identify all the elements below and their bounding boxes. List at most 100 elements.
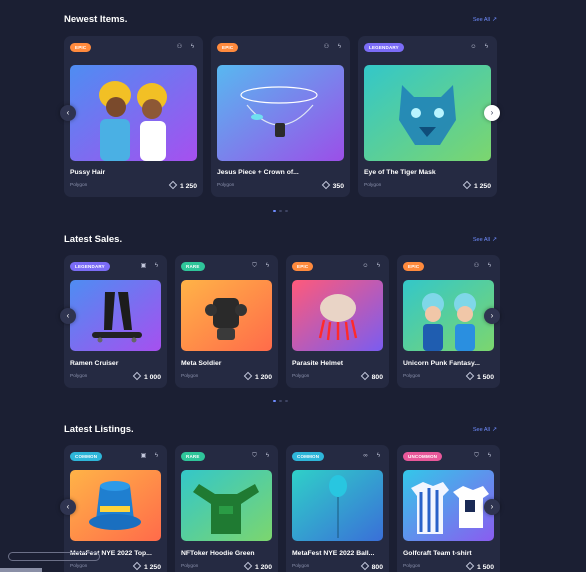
bolt-icon: ϟ — [265, 263, 270, 269]
item-card[interactable]: EPIC ⚇ ϟ Jesus Piece + Crown of... Polygo… — [211, 36, 350, 197]
item-price: 800 — [360, 371, 383, 381]
eth-icon — [462, 180, 472, 190]
item-price: 1 200 — [243, 371, 272, 381]
item-image — [364, 65, 491, 161]
price-value: 1 500 — [476, 374, 494, 381]
item-image — [292, 280, 383, 351]
carousel-dot[interactable] — [273, 210, 276, 212]
item-chain: Polygon — [181, 374, 199, 379]
item-price: 1 200 — [243, 561, 272, 571]
item-chain: Polygon — [70, 183, 88, 188]
avatar-pair-icon: ⚇ — [176, 44, 183, 50]
item-card[interactable]: EPIC ⚇ ϟ Pussy Hair Polygon 1 250 — [64, 36, 203, 197]
avatar-pair-icon: ⚇ — [473, 263, 480, 269]
bolt-icon: ϟ — [487, 263, 492, 269]
item-card[interactable]: RARE ⛉ ϟ NFToker Hoodie Green Polygon 1 2… — [175, 445, 278, 572]
item-price: 350 — [321, 180, 344, 190]
item-image — [292, 470, 383, 541]
see-all-link[interactable]: See All ↗ — [473, 16, 497, 23]
bolt-icon: ϟ — [154, 263, 159, 269]
carousel-prev-button[interactable]: ‹ — [60, 499, 76, 515]
price-value: 800 — [371, 374, 383, 381]
carousel-prev-button[interactable]: ‹ — [60, 308, 76, 324]
item-card[interactable]: RARE ⛉ ϟ Meta Soldier Polygon 1 200 — [175, 255, 278, 388]
carousel-next-button[interactable]: › — [484, 308, 500, 324]
carousel-dot[interactable] — [285, 400, 288, 402]
see-all-label: See All — [472, 427, 490, 433]
item-name: Ramen Cruiser — [70, 360, 119, 367]
face-icon: ☺ — [362, 263, 369, 269]
section-header: Latest Listings. See All ↗ — [64, 424, 497, 440]
horizontal-scrollbar[interactable] — [8, 552, 100, 561]
item-name: NFToker Hoodie Green — [181, 550, 255, 557]
arrow-up-right-icon: ↗ — [491, 427, 497, 433]
rarity-badge: EPIC — [403, 262, 425, 271]
eth-icon — [360, 371, 369, 381]
item-card[interactable]: COMMON ∞ ϟ MetaFest NYE 2022 Ball... Poly… — [286, 445, 389, 572]
latest-sales-section: Latest Sales. See All ↗ LEGENDARY ▣ ϟ Rame… — [64, 234, 500, 404]
item-image — [217, 65, 344, 161]
item-image — [181, 470, 272, 541]
rarity-badge: EPIC — [70, 43, 92, 52]
item-chain: Polygon — [217, 183, 235, 188]
see-all-link[interactable]: See All ↗ — [473, 236, 497, 243]
eth-icon — [132, 561, 142, 571]
carousel-next-button[interactable]: › — [484, 105, 500, 121]
arrow-up-right-icon: ↗ — [491, 237, 497, 243]
eth-icon — [243, 371, 253, 381]
eth-icon — [168, 180, 178, 190]
bolt-icon: ϟ — [484, 44, 489, 50]
carousel-dots — [273, 400, 288, 402]
latest-listings-section: Latest Listings. See All ↗ COMMON ▣ ϟ Meta… — [64, 424, 500, 572]
carousel-dots — [273, 210, 288, 212]
item-image — [70, 470, 161, 541]
item-card[interactable]: EPIC ☺ ϟ Parasite Helmet Polygon 800 — [286, 255, 389, 388]
shirt-icon: ⛉ — [474, 453, 479, 459]
item-card[interactable]: LEGENDARY ▣ ϟ Ramen Cruiser Polygon 1 000 — [64, 255, 167, 388]
rarity-badge: UNCOMMON — [403, 452, 443, 461]
rarity-badge: LEGENDARY — [70, 262, 110, 271]
item-name: Unicorn Punk Fantasy... — [403, 360, 480, 367]
see-all-link[interactable]: See All ↗ — [473, 426, 497, 433]
item-chain: Polygon — [70, 374, 88, 379]
item-name: Parasite Helmet — [292, 360, 344, 367]
item-card[interactable]: EPIC ⚇ ϟ Unicorn Punk Fantasy... Polygon … — [397, 255, 500, 388]
see-all-label: See All — [472, 17, 490, 23]
rarity-badge: COMMON — [70, 452, 103, 461]
item-image — [70, 65, 197, 161]
eth-icon — [243, 561, 253, 571]
carousel-dot[interactable] — [279, 210, 282, 212]
section-title: Latest Sales. — [64, 234, 123, 245]
newest-items-section: Newest Items. See All ↗ EPIC ⚇ ϟ Pussy H… — [64, 14, 497, 214]
carousel-dot[interactable] — [273, 400, 276, 402]
price-value: 1 250 — [143, 564, 161, 571]
glasses-icon: ∞ — [363, 453, 368, 459]
price-value: 1 200 — [254, 564, 272, 571]
arrow-up-right-icon: ↗ — [491, 17, 497, 23]
item-price: 1 250 — [132, 561, 161, 571]
item-image — [403, 470, 494, 541]
rarity-badge: RARE — [181, 452, 205, 461]
carousel-prev-button[interactable]: ‹ — [60, 105, 76, 121]
scrollbar-thumb[interactable] — [0, 568, 42, 572]
carousel-dot[interactable] — [285, 210, 288, 212]
carousel-next-button[interactable]: › — [484, 499, 500, 515]
item-name: Pussy Hair — [70, 169, 106, 176]
bolt-icon: ϟ — [376, 453, 381, 459]
item-card[interactable]: LEGENDARY ☺ ϟ Eye of The Tiger Mask Polyg… — [358, 36, 497, 197]
eth-icon — [465, 561, 475, 571]
item-price: 1 500 — [465, 371, 494, 381]
price-value: 1 250 — [179, 183, 197, 190]
item-chain: Polygon — [292, 564, 310, 569]
shirt-icon: ⛉ — [252, 453, 257, 459]
shirt-icon: ⛉ — [252, 263, 257, 269]
eth-icon — [360, 561, 369, 571]
item-chain: Polygon — [70, 564, 88, 569]
bolt-icon: ϟ — [487, 453, 492, 459]
item-name: Golfcraft Team t-shirt — [403, 550, 472, 557]
price-value: 1 200 — [254, 374, 272, 381]
item-price: 1 000 — [132, 371, 161, 381]
carousel-dot[interactable] — [279, 400, 282, 402]
item-image — [403, 280, 494, 351]
item-name: Jesus Piece + Crown of... — [217, 169, 299, 176]
